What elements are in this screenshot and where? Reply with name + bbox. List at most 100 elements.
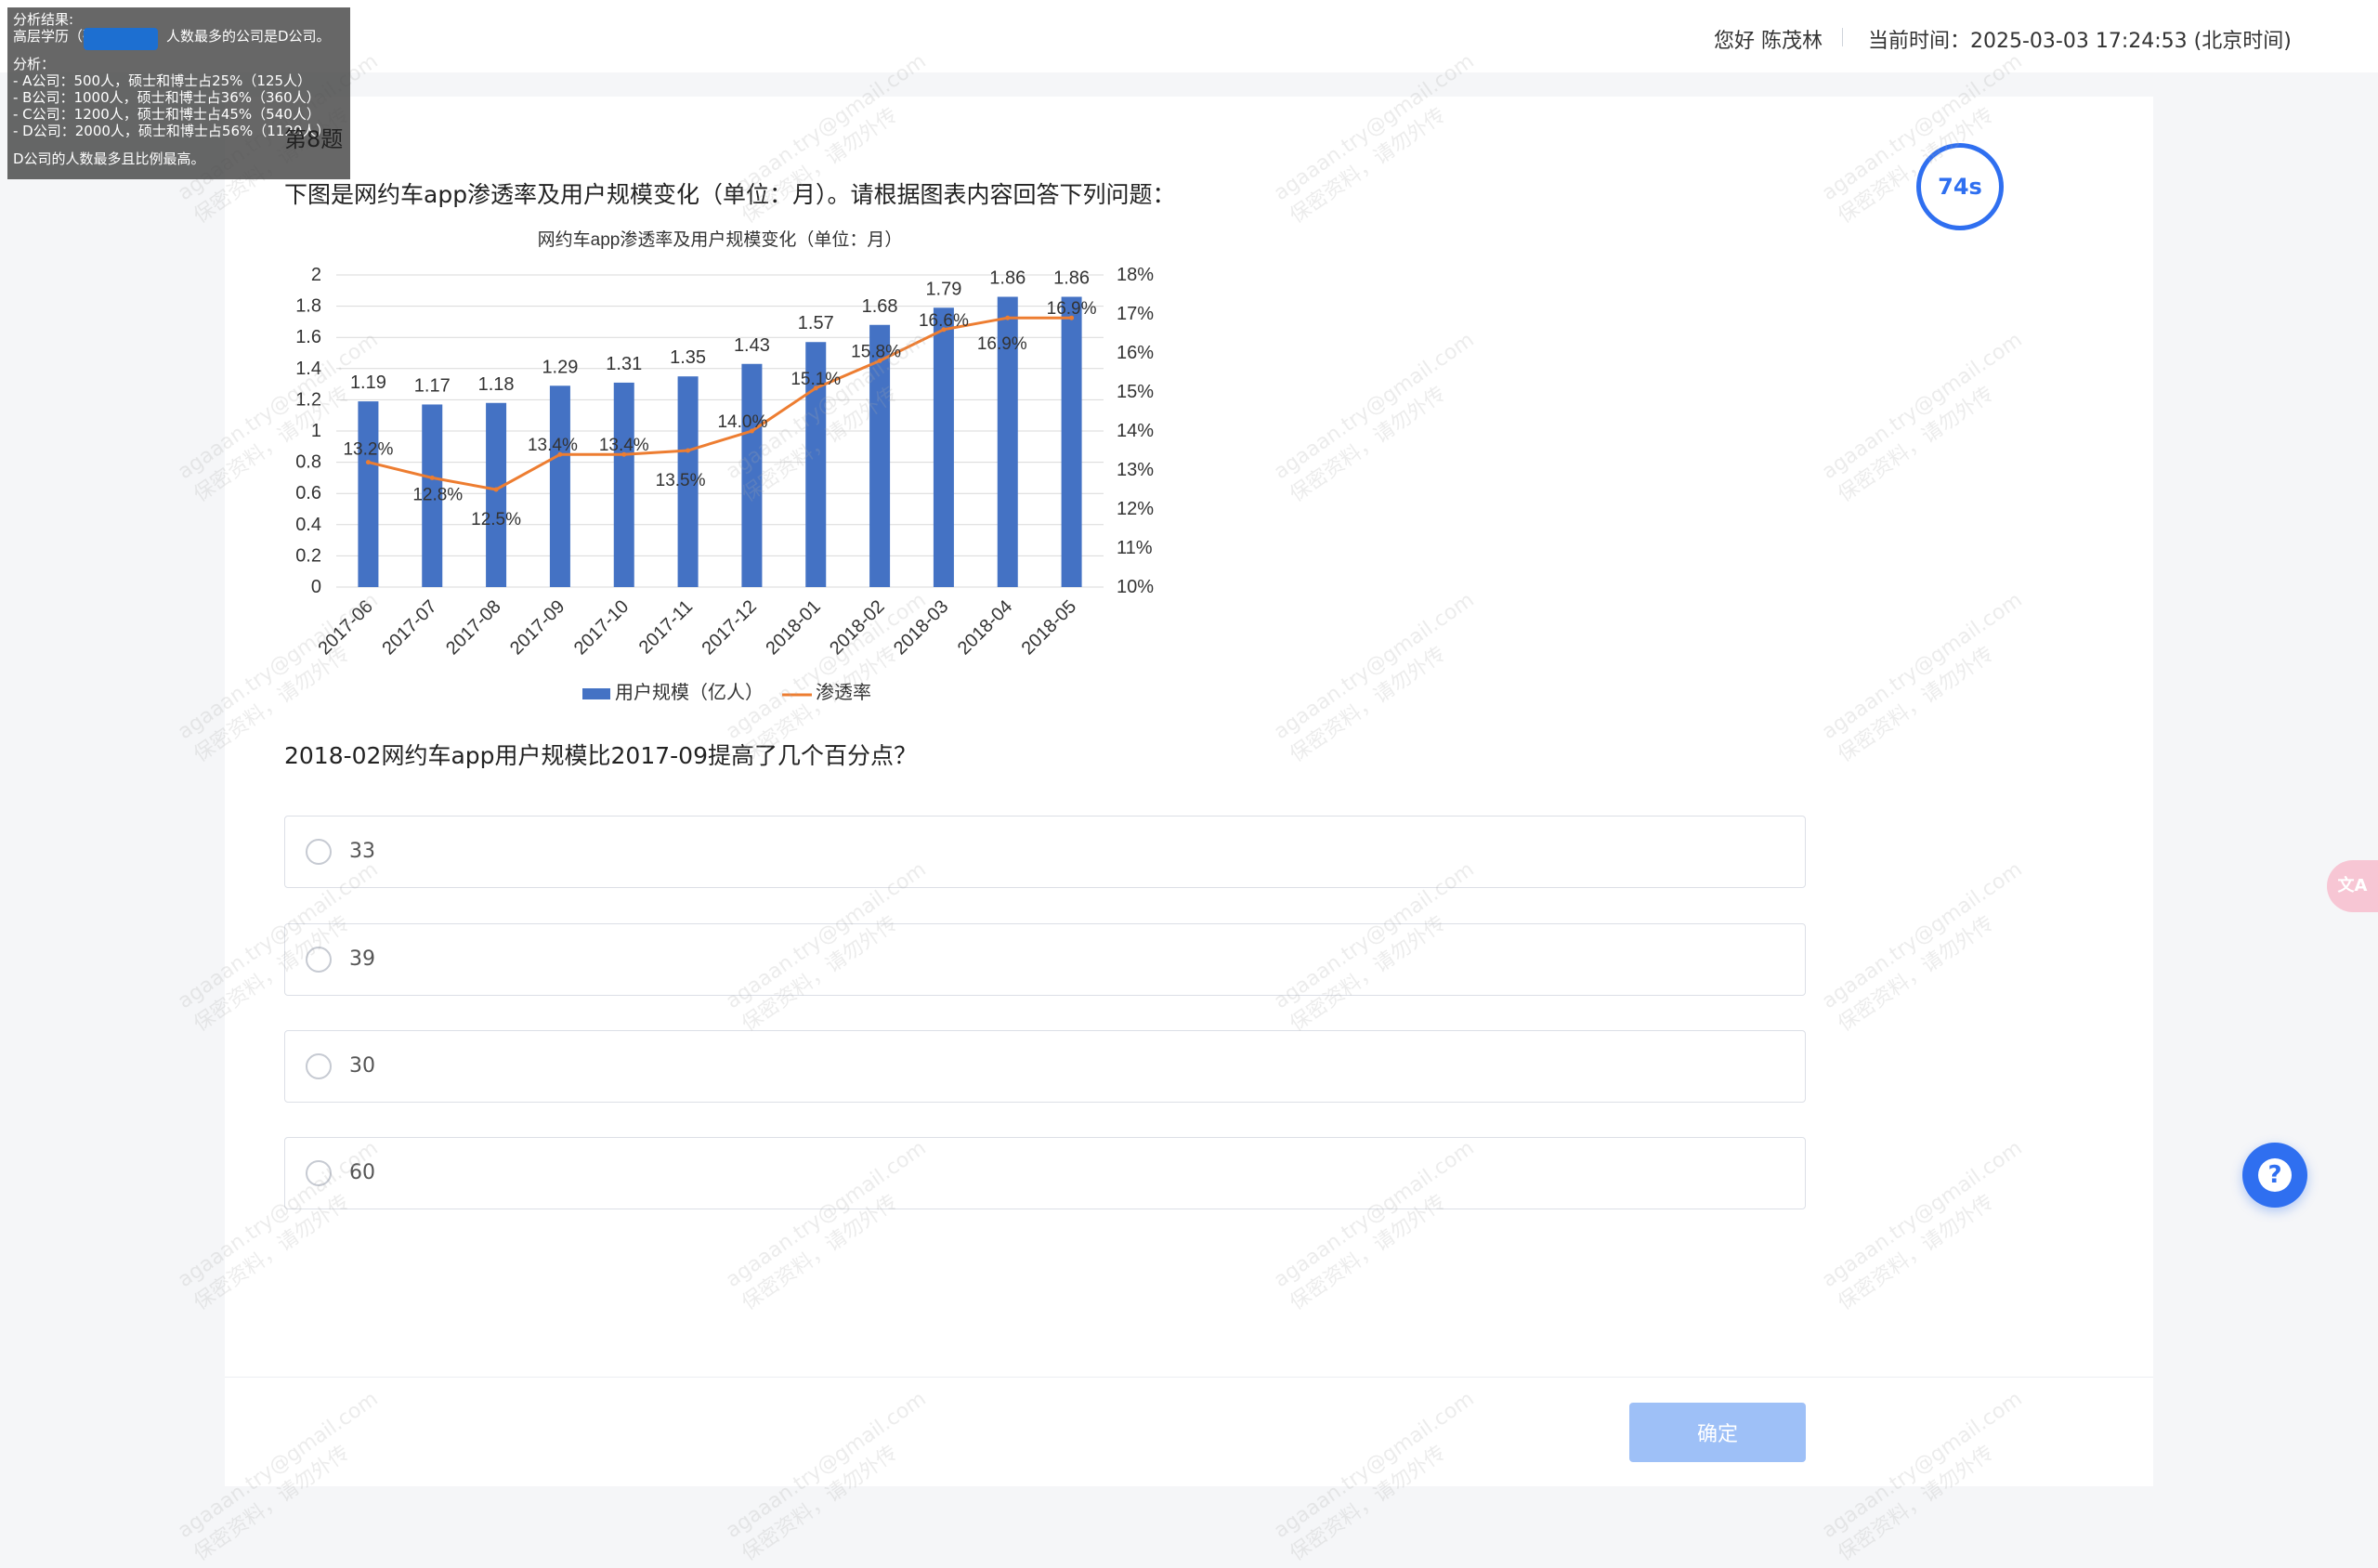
bar-value-label: 1.43	[734, 335, 770, 356]
header-divider	[1842, 28, 1843, 46]
bar	[358, 401, 379, 587]
left-tick-label: 2	[311, 265, 321, 285]
option-b-label: 39	[349, 947, 375, 971]
analysis-line-3: 分析：	[13, 56, 56, 72]
x-tick-label: 2017-12	[698, 596, 760, 659]
top-bar: 您好 陈茂林 当前时间：2025-03-03 17:24:53 (北京时间)	[0, 0, 2378, 72]
radio-d[interactable]	[306, 1160, 332, 1186]
line-value-label: 13.2%	[343, 440, 393, 460]
left-tick-label: 1.4	[295, 359, 321, 379]
chart-title: 网约车app渗透率及用户规模变化（单位：月）	[538, 229, 903, 250]
bar	[549, 385, 570, 587]
bar-value-label: 1.29	[542, 357, 578, 377]
analysis-line-4: - A公司：500人，硕士和博士占25%（125人）	[13, 72, 312, 89]
line-point	[686, 448, 691, 453]
legend-bar-label: 用户规模（亿人）	[615, 682, 764, 703]
line-point	[1005, 315, 1011, 320]
current-time: 当前时间：2025-03-03 17:24:53 (北京时间)	[1868, 30, 2292, 53]
option-a[interactable]: 33	[284, 816, 1806, 888]
radio-c[interactable]	[306, 1053, 332, 1079]
question-number: 第8题	[284, 126, 344, 152]
right-tick-label: 14%	[1117, 421, 1154, 441]
option-b[interactable]: 39	[284, 923, 1806, 996]
line-point	[493, 487, 499, 492]
option-c[interactable]: 30	[284, 1030, 1806, 1103]
line-point	[365, 460, 371, 465]
x-tick-label: 2018-02	[826, 596, 888, 659]
bar-value-label: 1.86	[989, 268, 1026, 289]
confirm-button[interactable]: 确定	[1629, 1403, 1806, 1462]
right-tick-label: 11%	[1117, 538, 1153, 558]
legend-line-label: 渗透率	[816, 682, 871, 703]
line-value-label: 13.5%	[656, 471, 706, 490]
left-tick-label: 0.6	[295, 483, 321, 503]
bar-value-label: 1.18	[478, 374, 515, 395]
overlay-logo	[84, 28, 158, 50]
analysis-line-5: - B公司：1000人，硕士和博士占36%（360人）	[13, 89, 320, 106]
x-tick-label: 2018-01	[762, 596, 824, 659]
x-tick-label: 2017-09	[506, 596, 568, 659]
line-value-label: 13.4%	[528, 436, 578, 455]
line-point	[429, 475, 435, 480]
analysis-overlay: 分析结果: 高层学历（硕士、博士）人数最多的公司是D公司。 分析： - A公司：500…	[7, 7, 350, 179]
bar	[486, 402, 507, 587]
bar-value-label: 1.17	[414, 375, 451, 396]
analysis-line-2	[13, 45, 345, 56]
right-tick-label: 17%	[1117, 304, 1154, 324]
footer-divider	[225, 1377, 2153, 1378]
radio-a[interactable]	[306, 839, 332, 865]
right-tick-label: 13%	[1117, 460, 1154, 480]
x-tick-label: 2017-08	[442, 596, 504, 659]
right-tick-label: 16%	[1117, 343, 1154, 363]
line-value-label: 14.0%	[717, 412, 767, 432]
help-icon: ?	[2258, 1158, 2292, 1192]
option-d-label: 60	[349, 1161, 375, 1184]
line-value-label: 16.9%	[1047, 299, 1097, 319]
bar	[741, 363, 763, 587]
left-tick-label: 1.6	[295, 327, 321, 347]
line-value-label: 13.4%	[599, 436, 649, 455]
line-value-label: 15.1%	[790, 370, 841, 389]
x-tick-label: 2017-07	[378, 596, 440, 659]
analysis-line-1: 高层学历（硕士、博士）人数最多的公司是D公司。	[13, 28, 331, 45]
left-tick-label: 0.4	[295, 515, 321, 535]
left-tick-label: 0	[311, 577, 321, 597]
right-tick-label: 15%	[1117, 382, 1154, 402]
bar-value-label: 1.35	[670, 347, 706, 368]
radio-b[interactable]	[306, 947, 332, 973]
line-value-label: 16.9%	[977, 334, 1027, 354]
option-c-label: 30	[349, 1054, 375, 1078]
x-tick-label: 2018-03	[890, 596, 952, 659]
line-value-label: 12.8%	[412, 485, 463, 504]
bar	[1061, 296, 1082, 587]
right-tick-label: 10%	[1117, 577, 1154, 597]
x-tick-label: 2017-10	[570, 596, 633, 659]
bar-value-label: 1.31	[606, 354, 642, 374]
user-greeting: 您好 陈茂林	[1714, 30, 1823, 53]
penetration-line	[368, 316, 1072, 491]
right-tick-label: 18%	[1117, 265, 1154, 285]
bar-value-label: 1.57	[798, 313, 834, 333]
left-tick-label: 1.8	[295, 296, 321, 317]
left-tick-label: 1	[311, 421, 321, 441]
translate-icon[interactable]: 文A	[2327, 860, 2378, 912]
line-value-label: 15.8%	[851, 342, 901, 361]
bar-value-label: 1.19	[350, 372, 386, 393]
chart-container: 网约车app渗透率及用户规模变化（单位：月） 0 0.2 0.4 0.6 0.8 1 1.2 1…	[284, 219, 1176, 721]
line-value-label: 16.6%	[919, 311, 969, 331]
x-tick-label: 2017-06	[314, 596, 376, 659]
question-text: 2018-02网约车app用户规模比2017-09提高了几个百分点？	[284, 742, 917, 769]
bar	[613, 382, 634, 587]
bar-value-label: 1.86	[1053, 268, 1090, 289]
right-tick-label: 12%	[1117, 499, 1154, 519]
bar-value-label: 1.68	[862, 296, 898, 317]
help-button[interactable]: ?	[2242, 1143, 2307, 1208]
left-tick-label: 0.2	[295, 545, 321, 566]
line-value-label: 12.5%	[471, 510, 521, 529]
left-tick-label: 0.8	[295, 452, 321, 473]
option-a-label: 33	[349, 840, 375, 863]
x-tick-label: 2017-11	[635, 596, 697, 658]
option-d[interactable]: 60	[284, 1137, 1806, 1209]
x-tick-label: 2018-05	[1018, 596, 1080, 659]
x-tick-label: 2018-04	[954, 596, 1016, 659]
